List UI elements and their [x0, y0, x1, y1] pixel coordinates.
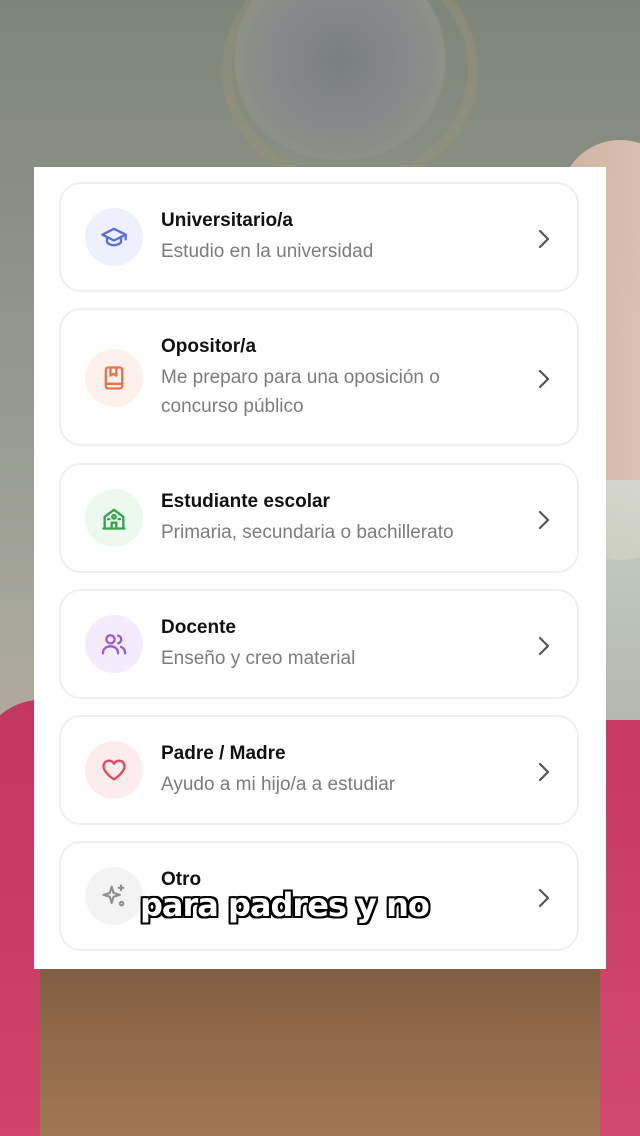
- chevron-right-icon: [538, 762, 550, 782]
- icon-badge: [85, 615, 143, 673]
- profile-options-panel: Universitario/a Estudio en la universida…: [34, 167, 606, 969]
- icon-badge: [85, 208, 143, 266]
- icon-badge: [85, 741, 143, 799]
- option-card-docente[interactable]: Docente Enseño y creo material: [59, 589, 579, 699]
- graduation-cap-icon: [101, 227, 127, 247]
- option-description: Estudio en la universidad: [161, 241, 374, 262]
- video-caption: para padres y no: [140, 886, 430, 924]
- option-description: Enseño y creo material: [161, 648, 356, 669]
- option-description: Primaria, secundaria o bachillerato: [161, 522, 454, 543]
- chevron-right-icon: [538, 888, 550, 908]
- option-title: Opositor/a: [161, 336, 257, 357]
- heart-icon: [102, 759, 126, 781]
- option-description: Ayudo a mi hijo/a a estudiar: [161, 774, 396, 795]
- chevron-right-icon: [538, 510, 550, 530]
- bookmark-book-icon: [104, 366, 124, 390]
- option-card-estudiante-escolar[interactable]: Estudiante escolar Primaria, secundaria …: [59, 463, 579, 573]
- background-light: [606, 480, 640, 740]
- icon-badge: [85, 867, 143, 925]
- option-title: Estudiante escolar: [161, 491, 330, 512]
- chevron-right-icon: [538, 636, 550, 656]
- option-card-opositor[interactable]: Opositor/a Me preparo para una oposición…: [59, 308, 579, 446]
- sparkles-icon: [102, 884, 125, 907]
- option-card-padre-madre[interactable]: Padre / Madre Ayudo a mi hijo/a a estudi…: [59, 715, 579, 825]
- icon-badge: [85, 349, 143, 407]
- chevron-right-icon: [538, 369, 550, 389]
- option-card-universitario[interactable]: Universitario/a Estudio en la universida…: [59, 182, 579, 292]
- chevron-right-icon: [538, 229, 550, 249]
- option-title: Padre / Madre: [161, 743, 286, 764]
- option-title: Universitario/a: [161, 210, 293, 231]
- option-title: Docente: [161, 617, 236, 638]
- school-building-icon: [102, 508, 126, 530]
- option-description: Me preparo para una oposición o concurso…: [161, 367, 440, 417]
- users-icon: [101, 634, 127, 655]
- icon-badge: [85, 489, 143, 547]
